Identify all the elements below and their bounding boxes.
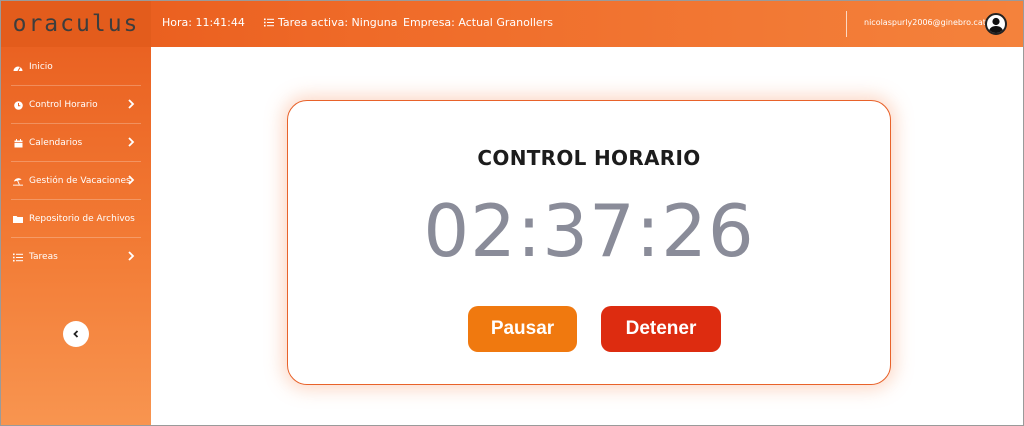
sidebar-item-repositorio-archivos[interactable]: Repositorio de Archivos [1,200,151,238]
company: Empresa: Actual Granollers [403,16,553,29]
chevron-right-icon [127,175,137,187]
sidebar-item-label: Inicio [29,62,53,72]
sidebar-item-label: Repositorio de Archivos [29,214,135,224]
sidebar-item-label: Calendarios [29,138,83,148]
chevron-right-icon [127,251,137,263]
list-icon [13,252,23,262]
active-task: Tarea activa: Ninguna [264,16,397,29]
pause-button[interactable]: Pausar [468,306,577,352]
elapsed-time-display: 02:37:26 [423,189,755,273]
active-task-text: Tarea activa: Ninguna [278,16,398,29]
dashboard-icon [13,62,23,72]
sidebar-item-gestion-vacaciones[interactable]: Gestión de Vacaciones [1,162,151,200]
user-email[interactable]: nicolaspurly2006@ginebro.cat [864,18,986,27]
app-window: oraculus Hora: 11:41:44 Tarea activa: Ni… [0,0,1024,426]
tasks-icon [264,18,274,27]
chevron-left-icon [72,329,80,339]
logo-area[interactable]: oraculus [1,1,151,47]
umbrella-beach-icon [13,176,23,186]
sidebar-item-label: Tareas [29,252,58,262]
app-logo: oraculus [12,11,140,37]
user-avatar-icon[interactable] [985,13,1007,35]
sidebar-item-calendarios[interactable]: Calendarios [1,124,151,162]
top-bar: oraculus Hora: 11:41:44 Tarea activa: Ni… [1,1,1023,47]
chevron-right-icon [127,99,137,111]
stop-button[interactable]: Detener [601,306,721,352]
sidebar-item-control-horario[interactable]: Control Horario [1,86,151,124]
current-time: Hora: 11:41:44 [162,16,245,29]
calendar-icon [13,138,23,148]
sidebar: Inicio Control Horario Calendarios Gesti… [1,47,151,425]
sidebar-item-inicio[interactable]: Inicio [1,48,151,86]
topbar-divider [846,11,847,37]
time-control-card: CONTROL HORARIO 02:37:26 Pausar Detener [287,100,891,385]
chevron-right-icon [127,137,137,149]
clock-icon [13,100,23,110]
sidebar-item-label: Gestión de Vacaciones [29,176,131,186]
sidebar-item-label: Control Horario [29,100,98,110]
collapse-sidebar-button[interactable] [63,321,89,347]
company-text: Empresa: Actual Granollers [403,16,553,29]
current-time-text: Hora: 11:41:44 [162,16,245,29]
page-title: CONTROL HORARIO [477,146,701,170]
folder-icon [13,214,23,224]
sidebar-item-tareas[interactable]: Tareas [1,238,151,276]
